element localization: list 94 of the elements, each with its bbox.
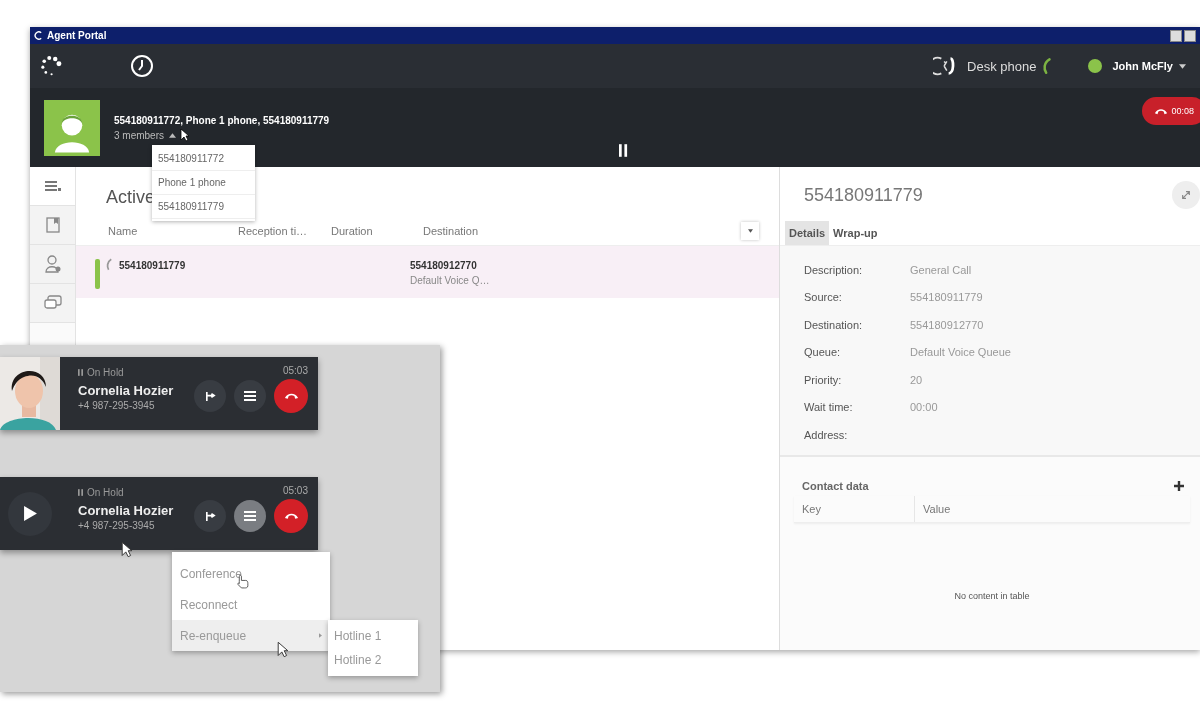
pause-icon[interactable] (619, 144, 628, 157)
play-button[interactable] (8, 491, 52, 536)
field-value: General Call (910, 263, 972, 276)
field-label: Description: (804, 263, 864, 276)
field-label: Queue: (804, 346, 842, 359)
call-participants: 554180911772, Phone 1 phone, 554180911779 (114, 114, 330, 126)
member-item[interactable]: 554180911779 (152, 195, 255, 219)
contact-icon (44, 255, 61, 273)
caller-number: 554180911779 (119, 260, 187, 271)
member-item[interactable]: 554180911772 (152, 147, 255, 171)
field-value: 00:00 (910, 401, 938, 414)
caller-number: +4 987-295-3945 (78, 400, 156, 411)
device-label: Desk phone (967, 58, 1037, 74)
field-label: Address: (804, 428, 849, 441)
phone-icon (1042, 57, 1053, 75)
caller-name: Cornelia Hozier (78, 383, 174, 398)
presence-dot (1088, 59, 1103, 73)
phone-icon (106, 258, 113, 271)
menu-item[interactable]: Re-enqueue (172, 620, 330, 651)
caret-icon[interactable] (1179, 63, 1186, 69)
transfer-icon (204, 510, 216, 522)
detail-title: 554180911779 (804, 184, 923, 206)
chat-icon (43, 295, 62, 311)
caret-icon (747, 229, 753, 233)
play-icon (23, 506, 37, 521)
hang-up-button[interactable] (274, 379, 308, 413)
transfer-icon (204, 390, 216, 402)
cursor-icon (277, 641, 289, 658)
add-button[interactable] (1174, 478, 1184, 494)
menu-button[interactable] (234, 500, 266, 532)
spinner-icon (40, 55, 62, 77)
destination-number: 554180912770 (410, 260, 478, 271)
call-status: On Hold (87, 487, 124, 498)
empty-table-text: No content in table (953, 590, 1031, 601)
status-bar (95, 259, 100, 289)
field-value: 20 (910, 373, 923, 386)
column-header[interactable]: Reception ti… (238, 225, 331, 237)
menu-icon (244, 391, 256, 401)
sidebar-item[interactable] (30, 167, 75, 206)
menu-icon (244, 511, 256, 521)
pause-icon (78, 489, 83, 496)
column-header[interactable]: Duration (331, 225, 423, 237)
section-title: Contact data (802, 480, 869, 492)
column-header[interactable]: Key (794, 495, 915, 522)
hang-up-icon (283, 392, 299, 400)
menu-item[interactable]: Hotline 1 (328, 624, 418, 648)
plus-icon (1174, 480, 1184, 491)
call-status: On Hold (87, 367, 124, 378)
field-label: Destination: (804, 318, 864, 331)
caret-icon (169, 132, 176, 138)
call-row[interactable]: 554180911779 554180912770 Default Voice Q… (76, 246, 779, 298)
field-label: Priority: (804, 373, 843, 386)
caller-name: Cornelia Hozier (78, 503, 174, 518)
list-icon (44, 180, 61, 192)
caller-number: +4 987-295-3945 (78, 520, 156, 531)
cursor-icon (180, 128, 190, 142)
sidebar-item[interactable] (30, 284, 75, 323)
hang-up-icon (283, 512, 299, 520)
user-name[interactable]: John McFly (1112, 60, 1173, 72)
column-header[interactable]: Destination (423, 225, 479, 237)
tab[interactable]: Details (785, 221, 830, 245)
transfer-button[interactable] (194, 380, 226, 412)
field-value: 554180911779 (910, 291, 983, 304)
field-value: 554180912770 (910, 318, 984, 331)
call-timer: 05:03 (282, 365, 308, 376)
hang-up-button[interactable] (274, 499, 308, 533)
hang-up-icon (1154, 107, 1169, 115)
menu-item[interactable]: Conference (172, 558, 330, 589)
menu-item[interactable]: Reconnect (172, 589, 330, 620)
field-label: Wait time: (804, 401, 854, 414)
transfer-button[interactable] (194, 500, 226, 532)
submenu-arrow-icon (319, 633, 322, 638)
field-value: Default Voice Queue (910, 346, 1011, 359)
queue-name: Default Voice Q… (410, 275, 490, 286)
window-title: Agent Portal (47, 30, 107, 41)
hang-up-button[interactable]: 00:08 (1142, 97, 1200, 125)
expand-button[interactable] (1172, 181, 1200, 209)
pause-icon (78, 369, 83, 376)
app-logo-icon (34, 31, 43, 40)
minimize-button[interactable] (1170, 29, 1182, 42)
expand-icon (1181, 190, 1191, 200)
member-item[interactable]: Phone 1 phone (152, 171, 255, 195)
column-header[interactable]: Name (108, 225, 238, 237)
clock-icon[interactable] (130, 54, 154, 78)
book-icon (45, 217, 60, 233)
menu-item[interactable]: Hotline 2 (328, 648, 418, 672)
maximize-button[interactable] (1184, 29, 1196, 42)
members-toggle[interactable]: 3 members (114, 129, 330, 141)
menu-button[interactable] (234, 380, 266, 412)
column-header[interactable]: Value (915, 502, 951, 515)
sidebar-item[interactable] (30, 245, 75, 284)
column-menu-button[interactable] (741, 222, 759, 240)
call-timer: 05:03 (282, 485, 308, 496)
field-label: Source: (804, 291, 843, 304)
